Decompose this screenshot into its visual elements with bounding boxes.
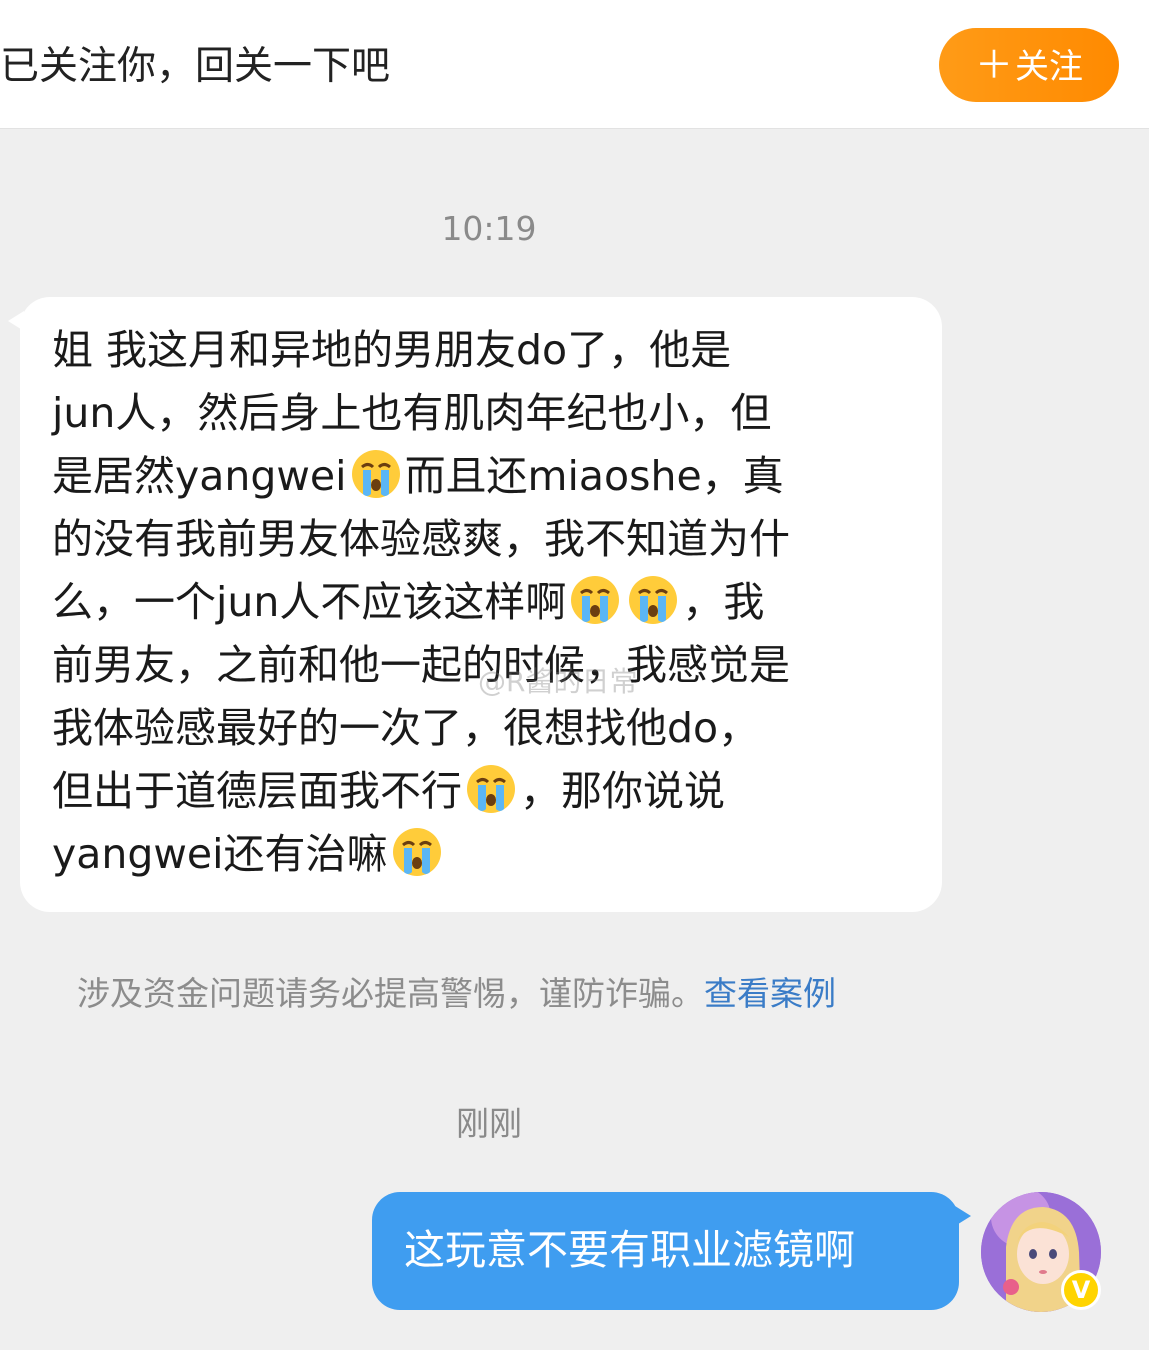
loudly-crying-face-icon — [467, 765, 515, 813]
message-line: yangwei还有治嘛 — [52, 823, 922, 886]
message-line: jun人，然后身上也有肌肉年纪也小，但 — [52, 389, 772, 437]
message-line-segment: 么，一个jun人不应该这样啊 — [52, 578, 567, 626]
message-line: 但出于道德层面我不行 ，那你说说 — [52, 760, 922, 823]
loudly-crying-face-icon — [351, 450, 400, 498]
message-line-segment: 但出于道德层面我不行 — [52, 767, 462, 815]
received-message-bubble[interactable]: 姐 我这月和异地的男朋友do了，他是 jun人，然后身上也有肌肉年纪也小，但 是… — [8, 297, 942, 912]
follow-button[interactable]: ＋关注 — [939, 28, 1119, 102]
watermark: @R酱的日常 — [478, 665, 638, 698]
loudly-crying-face-icon — [629, 576, 678, 624]
message-line: 么，一个jun人不应该这样啊 ，我 — [52, 571, 922, 634]
message-line: 是居然yangwei 而且还miaoshe，真 — [52, 445, 922, 508]
plus-icon: ＋ — [974, 43, 1013, 87]
follow-notice-text: 已关注你，回关一下吧 — [0, 44, 390, 89]
view-cases-link[interactable]: 查看案例 — [704, 974, 836, 1013]
message-line: 我体验感最好的一次了，很想找他do， — [52, 704, 760, 752]
message-line: 姐 我这月和异地的男朋友do了，他是 — [52, 326, 732, 374]
timestamp: 刚刚 — [456, 1104, 522, 1143]
loudly-crying-face-icon — [392, 828, 441, 876]
sent-message-bubble[interactable]: 这玩意不要有职业滤镜啊 — [372, 1192, 971, 1310]
loudly-crying-face-icon — [571, 576, 620, 624]
chat-screen: 已关注你，回关一下吧 ＋关注 10:19 姐 我这月和异地的男朋友do了，他是 … — [0, 0, 1149, 1350]
message-line-segment: ，我 — [682, 578, 765, 626]
message-line-segment: 是居然yangwei — [52, 452, 347, 500]
verified-badge: V — [1061, 1270, 1101, 1310]
sent-message-text: 这玩意不要有职业滤镜啊 — [404, 1226, 855, 1274]
fraud-warning: 涉及资金问题请务必提高警惕，谨防诈骗。查看案例 — [77, 972, 836, 1016]
received-message-text: 姐 我这月和异地的男朋友do了，他是 jun人，然后身上也有肌肉年纪也小，但 是… — [52, 319, 922, 886]
bubble-tail — [8, 311, 24, 331]
message-line-segment: ，那你说说 — [520, 767, 725, 815]
bubble-tail — [955, 1206, 971, 1226]
timestamp: 10:19 — [441, 209, 537, 248]
follow-button-label: 关注 — [1015, 47, 1083, 87]
follow-notice-bar: 已关注你，回关一下吧 ＋关注 — [0, 0, 1149, 129]
fraud-warning-text: 涉及资金问题请务必提高警惕，谨防诈骗。 — [77, 974, 704, 1013]
message-line-segment: yangwei还有治嘛 — [52, 830, 388, 878]
message-line-segment: 而且还miaoshe，真 — [404, 452, 784, 500]
message-line: 的没有我前男友体验感爽，我不知道为什 — [52, 515, 790, 563]
